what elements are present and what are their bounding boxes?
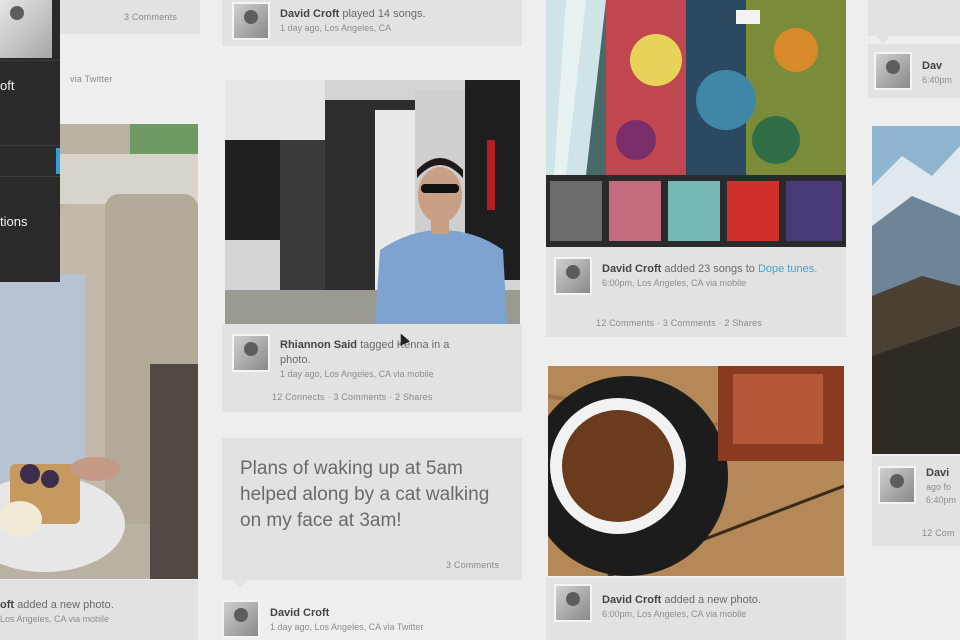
col1-top-card: 3 Comments (60, 0, 200, 34)
post-text: Rhiannon Said tagged Kenna in a photo. 1… (280, 334, 449, 381)
post-author[interactable]: David Croft (280, 8, 339, 20)
post-action-cont: photo. (280, 354, 311, 366)
avatar[interactable] (232, 2, 270, 40)
post-action: played 14 songs. (342, 8, 426, 20)
avatar[interactable] (232, 334, 270, 372)
post-action: added a new photo. (664, 594, 761, 606)
sidebar-divider (0, 145, 60, 146)
col1-bottom-card: oft added a new photo. Los Angeles, CA v… (0, 580, 198, 640)
post-counts[interactable]: 12 Comments · 3 Comments · 2 Shares (596, 318, 762, 328)
text-post-card: Plans of waking up at 5am helped along b… (222, 438, 522, 580)
post-location: Los Angeles, CA via mobile (0, 614, 110, 624)
post-text: David Croft 1 day ago, Los Angeles, CA v… (270, 600, 423, 634)
col4-post-card: Dav 6:40pm (868, 44, 960, 98)
post-body-line: on my face at 3am! (240, 510, 402, 531)
post-counts[interactable]: 12 Connects · 3 Comments · 2 Shares (272, 392, 433, 402)
post-author[interactable]: Dav (922, 60, 942, 72)
photo-mountain[interactable] (872, 126, 960, 454)
comments-count[interactable]: 3 Comments (446, 560, 499, 570)
photo-man-sunglasses[interactable] (225, 80, 520, 324)
post-text: David Croft played 14 songs. 1 day ago, … (280, 2, 426, 35)
post-meta: David Croft added a new photo. 6:00pm, L… (554, 584, 761, 622)
speech-tip (876, 36, 890, 43)
post-body-line: Plans of waking up at 5am (240, 458, 463, 479)
post-meta: Davi ago fo 6:40pm (878, 466, 956, 507)
avatar[interactable] (222, 600, 260, 638)
sidebar-divider (0, 176, 60, 177)
sidebar-avatar[interactable] (0, 0, 52, 58)
played-songs-card: David Croft played 14 songs. 1 day ago, … (222, 0, 522, 46)
post-meta: David Croft 1 day ago, Los Angeles, CA v… (222, 600, 423, 638)
photo-coffee-image (548, 366, 844, 576)
photo-mountain-image (872, 126, 960, 454)
photo-strip (546, 175, 846, 247)
post-meta: oft added a new photo. Los Angeles, CA v… (0, 598, 114, 626)
photo-man-sunglasses-image (225, 80, 520, 324)
post-text: Dav 6:40pm (922, 52, 952, 87)
post-text: David Croft added 23 songs to Dope tunes… (602, 257, 817, 290)
songs-post-card: David Croft added 23 songs to Dope tunes… (546, 247, 846, 337)
post-location: 6:00pm, Los Angeles, CA via mobile (602, 609, 747, 619)
post-action: added a new photo. (17, 599, 114, 611)
post-location: 6:40pm (926, 495, 957, 505)
post-author[interactable]: oft (0, 599, 14, 611)
post-author[interactable]: Rhiannon Said (280, 339, 357, 351)
post-author[interactable]: David Croft (602, 594, 661, 606)
post-location: 1 day ago, Los Angeles, CA via mobile (280, 369, 434, 379)
post-text: David Croft added a new photo. 6:00pm, L… (602, 584, 761, 621)
post-action: added 23 songs to (664, 263, 755, 275)
post-author[interactable]: David Croft (602, 263, 661, 275)
new-photo-card: David Croft added a new photo. 6:00pm, L… (546, 578, 846, 640)
photo-coffee[interactable] (548, 366, 844, 576)
post-meta: David Croft added 23 songs to Dope tunes… (554, 257, 817, 295)
col4-top-card (868, 0, 960, 36)
playlist-link[interactable]: Dope tunes. (758, 263, 817, 275)
sidebar-divider (0, 60, 60, 61)
comments-count[interactable]: 3 Comments (124, 12, 177, 22)
tag-post-card: Rhiannon Said tagged Kenna in a photo. 1… (222, 324, 522, 412)
sidebar-active-indicator (56, 148, 60, 174)
post-meta: Rhiannon Said tagged Kenna in a photo. 1… (232, 334, 449, 381)
col4-bottom-card: Davi ago fo 6:40pm 12 Com (872, 456, 960, 546)
post-body-line: helped along by a cat walking (240, 484, 490, 505)
speech-tip (233, 580, 247, 587)
avatar[interactable] (878, 466, 916, 504)
post-location: 1 day ago, Los Angeles, CA via Twitter (270, 622, 424, 632)
photo-graffiti[interactable] (546, 0, 846, 175)
post-location: 1 day ago, Los Angeles, CA (280, 23, 392, 33)
via-text: via Twitter (70, 74, 113, 84)
post-author[interactable]: Davi (926, 467, 949, 479)
avatar[interactable] (874, 52, 912, 90)
post-author[interactable]: David Croft (270, 607, 329, 619)
sidebar-item-3[interactable]: tions (0, 214, 56, 229)
avatar[interactable] (554, 584, 592, 622)
post-body: Plans of waking up at 5am helped along b… (240, 456, 489, 534)
avatar[interactable] (554, 257, 592, 295)
photo-graffiti-image (546, 0, 846, 175)
post-location: 6:00pm, Los Angeles, CA via mobile (602, 278, 747, 288)
post-meta: Dav 6:40pm (874, 52, 952, 90)
sidebar-item-1[interactable]: oft (0, 78, 56, 93)
sidebar-menu: oft tions (0, 0, 60, 282)
post-location: ago fo (926, 482, 952, 492)
post-meta: David Croft played 14 songs. 1 day ago, … (232, 2, 426, 40)
post-text: Davi ago fo 6:40pm (926, 466, 956, 507)
post-location: 6:40pm (922, 75, 953, 85)
comments-count[interactable]: 12 Com (922, 528, 955, 538)
photo-strip-image (550, 181, 842, 241)
